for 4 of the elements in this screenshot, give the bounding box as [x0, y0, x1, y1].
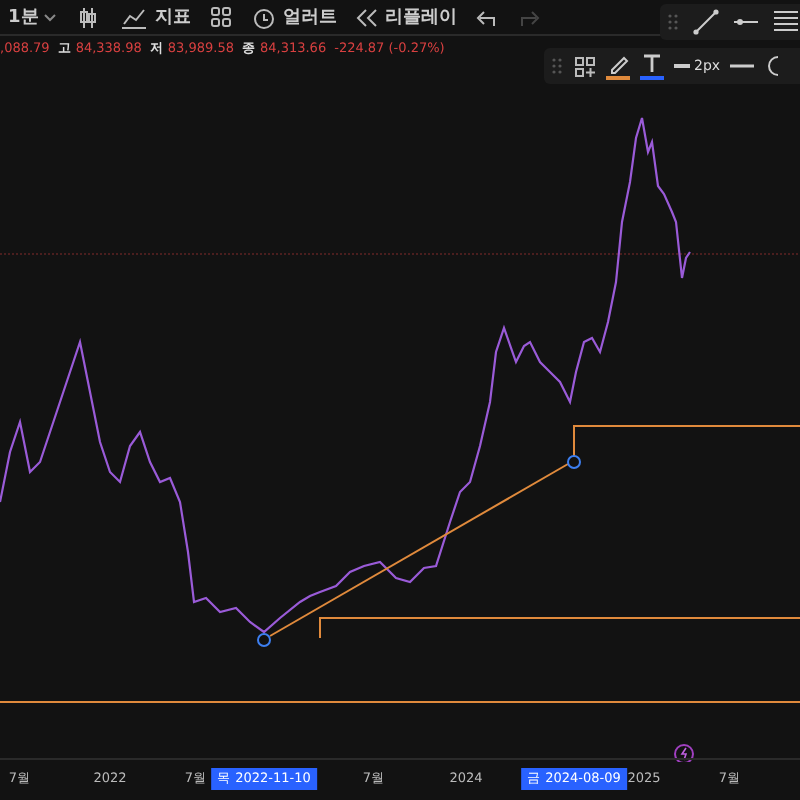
indicators-button[interactable]: 지표	[112, 2, 199, 32]
interval-button[interactable]: 1분	[0, 2, 65, 32]
replay-button[interactable]: 리플레이	[348, 2, 465, 32]
alert-button[interactable]: 얼러트	[244, 2, 345, 32]
